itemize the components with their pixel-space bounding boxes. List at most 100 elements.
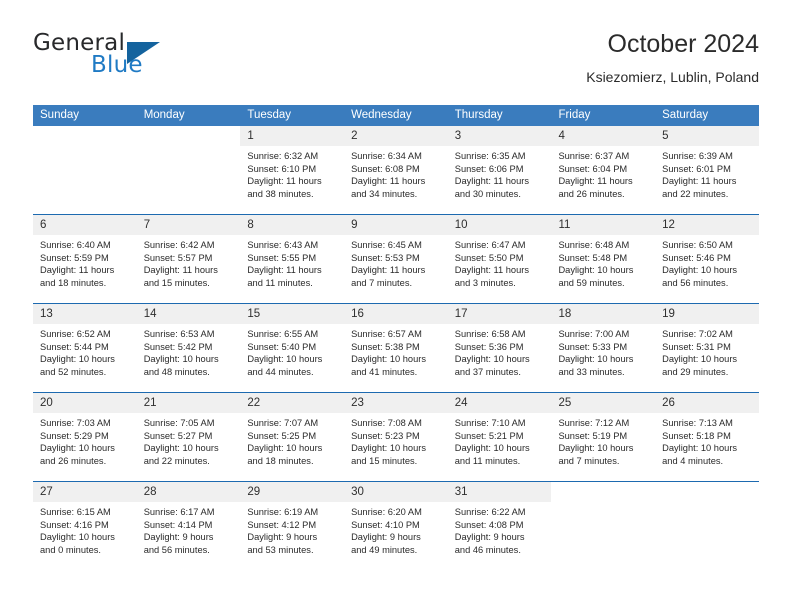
day-details: Sunrise: 7:12 AM Sunset: 5:19 PM Dayligh… <box>551 413 655 467</box>
sunset-text: Sunset: 5:57 PM <box>143 252 213 263</box>
day-cell[interactable]: 17 Sunrise: 6:58 AM Sunset: 5:36 PM Dayl… <box>447 303 552 393</box>
day-number: 19 <box>655 304 759 324</box>
daylight-text-line2: and 3 minutes. <box>454 277 516 288</box>
daylight-text-line1: Daylight: 10 hours <box>558 265 634 276</box>
daylight-text-line1: Daylight: 10 hours <box>662 354 738 365</box>
day-number: 25 <box>551 393 656 413</box>
day-cell[interactable]: 28 Sunrise: 6:17 AM Sunset: 4:14 PM Dayl… <box>136 481 241 570</box>
daylight-text-line1: Daylight: 10 hours <box>40 532 115 543</box>
page-title: October 2024 <box>607 30 760 58</box>
sunrise-text: Sunrise: 7:08 AM <box>351 418 422 428</box>
day-cell[interactable]: 18 Sunrise: 7:00 AM Sunset: 5:33 PM Dayl… <box>551 303 656 393</box>
day-number: 7 <box>136 215 241 235</box>
weekday-header-tuesday: Tuesday <box>240 105 345 126</box>
daylight-text-line1: Daylight: 11 hours <box>247 265 322 276</box>
day-details: Sunrise: 6:34 AM Sunset: 6:08 PM Dayligh… <box>344 146 448 200</box>
title-block: October 2024 Ksiezomierz, Lublin, Poland <box>586 28 759 87</box>
day-cell[interactable]: 12 Sunrise: 6:50 AM Sunset: 5:46 PM Dayl… <box>655 214 759 304</box>
day-number <box>655 482 759 502</box>
day-cell[interactable]: 13 Sunrise: 6:52 AM Sunset: 5:44 PM Dayl… <box>33 303 137 393</box>
day-cell[interactable]: 2 Sunrise: 6:34 AM Sunset: 6:08 PM Dayli… <box>344 126 448 215</box>
day-number: 5 <box>655 126 759 146</box>
daylight-text-line2: and 0 minutes. <box>40 544 101 555</box>
day-number: 22 <box>240 393 345 413</box>
calendar-body: 1 Sunrise: 6:32 AM Sunset: 6:10 PM Dayli… <box>33 126 759 570</box>
sunset-text: Sunset: 6:10 PM <box>247 163 317 174</box>
daylight-text-line2: and 11 minutes. <box>454 455 521 466</box>
daylight-text-line1: Daylight: 9 hours <box>454 532 525 543</box>
sunrise-text: Sunrise: 7:13 AM <box>662 418 733 428</box>
day-cell[interactable]: 11 Sunrise: 6:48 AM Sunset: 5:48 PM Dayl… <box>551 214 656 304</box>
day-cell[interactable]: 5 Sunrise: 6:39 AM Sunset: 6:01 PM Dayli… <box>655 126 759 215</box>
day-cell[interactable]: 8 Sunrise: 6:43 AM Sunset: 5:55 PM Dayli… <box>240 214 345 304</box>
sunrise-text: Sunrise: 7:02 AM <box>662 329 733 339</box>
day-details: Sunrise: 6:47 AM Sunset: 5:50 PM Dayligh… <box>448 235 552 289</box>
daylight-text-line1: Daylight: 10 hours <box>143 443 219 454</box>
day-cell[interactable]: 24 Sunrise: 7:10 AM Sunset: 5:21 PM Dayl… <box>447 392 552 482</box>
sunrise-text: Sunrise: 6:34 AM <box>351 151 422 161</box>
day-cell[interactable]: 26 Sunrise: 7:13 AM Sunset: 5:18 PM Dayl… <box>655 392 759 482</box>
sunset-text: Sunset: 6:01 PM <box>662 163 731 174</box>
sunset-text: Sunset: 4:10 PM <box>351 519 420 530</box>
day-number: 2 <box>344 126 448 146</box>
sunset-text: Sunset: 5:27 PM <box>143 430 213 441</box>
day-cell[interactable]: 16 Sunrise: 6:57 AM Sunset: 5:38 PM Dayl… <box>344 303 448 393</box>
day-cell[interactable]: 7 Sunrise: 6:42 AM Sunset: 5:57 PM Dayli… <box>136 214 241 304</box>
sunset-text: Sunset: 4:12 PM <box>247 519 317 530</box>
daylight-text-line1: Daylight: 11 hours <box>454 265 529 276</box>
daylight-text-line1: Daylight: 10 hours <box>351 354 426 365</box>
daylight-text-line2: and 53 minutes. <box>247 544 314 555</box>
day-cell[interactable]: 29 Sunrise: 6:19 AM Sunset: 4:12 PM Dayl… <box>240 481 345 570</box>
day-cell <box>551 481 656 570</box>
day-details: Sunrise: 7:05 AM Sunset: 5:27 PM Dayligh… <box>137 413 241 467</box>
sunset-text: Sunset: 5:44 PM <box>40 341 109 352</box>
daylight-text-line2: and 22 minutes. <box>662 188 729 199</box>
day-details: Sunrise: 6:17 AM Sunset: 4:14 PM Dayligh… <box>137 502 241 556</box>
day-cell[interactable]: 4 Sunrise: 6:37 AM Sunset: 6:04 PM Dayli… <box>551 126 656 215</box>
day-cell[interactable]: 3 Sunrise: 6:35 AM Sunset: 6:06 PM Dayli… <box>447 126 552 215</box>
day-details: Sunrise: 6:58 AM Sunset: 5:36 PM Dayligh… <box>448 324 552 378</box>
day-cell[interactable]: 23 Sunrise: 7:08 AM Sunset: 5:23 PM Dayl… <box>344 392 448 482</box>
day-details: Sunrise: 7:08 AM Sunset: 5:23 PM Dayligh… <box>344 413 448 467</box>
brand-logo[interactable]: General Blue <box>33 30 213 88</box>
day-cell[interactable]: 10 Sunrise: 6:47 AM Sunset: 5:50 PM Dayl… <box>447 214 552 304</box>
day-cell[interactable]: 27 Sunrise: 6:15 AM Sunset: 4:16 PM Dayl… <box>33 481 137 570</box>
day-cell[interactable]: 14 Sunrise: 6:53 AM Sunset: 5:42 PM Dayl… <box>136 303 241 393</box>
day-cell[interactable]: 25 Sunrise: 7:12 AM Sunset: 5:19 PM Dayl… <box>551 392 656 482</box>
day-number: 24 <box>447 393 552 413</box>
daylight-text-line2: and 18 minutes. <box>40 277 107 288</box>
day-number: 10 <box>447 215 552 235</box>
week-row: 6 Sunrise: 6:40 AM Sunset: 5:59 PM Dayli… <box>33 214 759 304</box>
day-cell[interactable]: 30 Sunrise: 6:20 AM Sunset: 4:10 PM Dayl… <box>344 481 448 570</box>
day-cell[interactable]: 9 Sunrise: 6:45 AM Sunset: 5:53 PM Dayli… <box>344 214 448 304</box>
week-row: 13 Sunrise: 6:52 AM Sunset: 5:44 PM Dayl… <box>33 303 759 393</box>
daylight-text-line1: Daylight: 11 hours <box>351 176 426 187</box>
page-header: General Blue October 2024 Ksiezomierz, L… <box>33 28 759 96</box>
day-number: 21 <box>136 393 241 413</box>
day-cell[interactable]: 31 Sunrise: 6:22 AM Sunset: 4:08 PM Dayl… <box>447 481 552 570</box>
day-cell[interactable]: 19 Sunrise: 7:02 AM Sunset: 5:31 PM Dayl… <box>655 303 759 393</box>
week-row: 20 Sunrise: 7:03 AM Sunset: 5:29 PM Dayl… <box>33 392 759 482</box>
day-cell[interactable]: 6 Sunrise: 6:40 AM Sunset: 5:59 PM Dayli… <box>33 214 137 304</box>
sunset-text: Sunset: 5:38 PM <box>351 341 420 352</box>
day-cell[interactable]: 20 Sunrise: 7:03 AM Sunset: 5:29 PM Dayl… <box>33 392 137 482</box>
sunset-text: Sunset: 5:50 PM <box>454 252 524 263</box>
day-details: Sunrise: 6:19 AM Sunset: 4:12 PM Dayligh… <box>240 502 344 556</box>
day-details: Sunrise: 6:50 AM Sunset: 5:46 PM Dayligh… <box>655 235 759 289</box>
daylight-text-line1: Daylight: 11 hours <box>351 265 426 276</box>
daylight-text-line2: and 30 minutes. <box>454 188 521 199</box>
day-number <box>137 126 241 146</box>
day-cell[interactable]: 22 Sunrise: 7:07 AM Sunset: 5:25 PM Dayl… <box>240 392 345 482</box>
daylight-text-line2: and 18 minutes. <box>247 455 314 466</box>
day-cell[interactable]: 1 Sunrise: 6:32 AM Sunset: 6:10 PM Dayli… <box>240 126 345 215</box>
sunset-text: Sunset: 5:55 PM <box>247 252 317 263</box>
day-cell[interactable]: 21 Sunrise: 7:05 AM Sunset: 5:27 PM Dayl… <box>136 392 241 482</box>
day-cell[interactable]: 15 Sunrise: 6:55 AM Sunset: 5:40 PM Dayl… <box>240 303 345 393</box>
sunset-text: Sunset: 6:08 PM <box>351 163 420 174</box>
day-number: 31 <box>447 482 552 502</box>
day-number: 11 <box>551 215 656 235</box>
sunset-text: Sunset: 5:18 PM <box>662 430 731 441</box>
day-number: 8 <box>240 215 345 235</box>
daylight-text-line2: and 7 minutes. <box>351 277 413 288</box>
day-number: 17 <box>447 304 552 324</box>
